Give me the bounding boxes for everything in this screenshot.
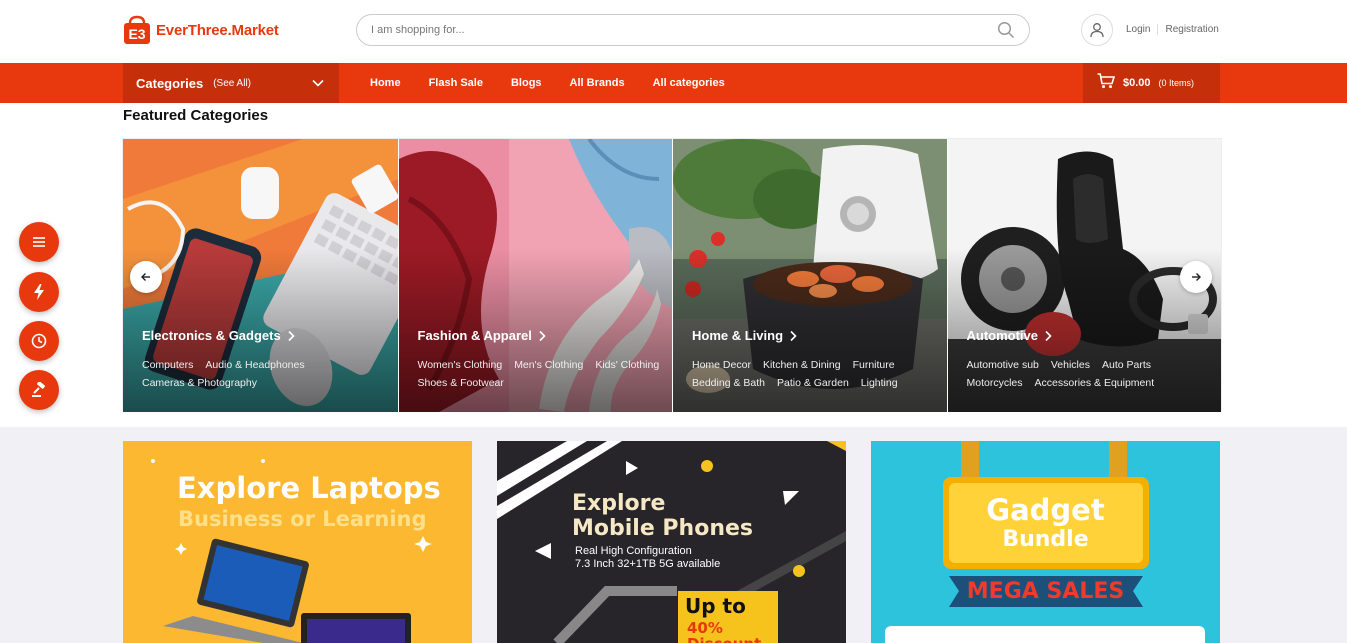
flash-sale-fab[interactable]	[19, 272, 59, 312]
category-card-home[interactable]: Home & Living Home Decor Kitchen & Dinin…	[672, 139, 947, 412]
section-title-featured: Featured Categories	[123, 107, 269, 124]
subcategory-link[interactable]: Audio & Headphones	[205, 356, 304, 374]
subcategory-link[interactable]: Cameras & Photography	[142, 374, 257, 392]
category-card-fashion[interactable]: Fashion & Apparel Women's Clothing Men's…	[397, 139, 672, 412]
category-title[interactable]: Automotive	[967, 328, 1053, 343]
subcategory-link[interactable]: Women's Clothing	[418, 356, 503, 374]
registration-link[interactable]: Registration	[1165, 24, 1218, 35]
subcategory-list: Computers Audio & Headphones Cameras & P…	[142, 356, 390, 392]
nav-all-brands[interactable]: All Brands	[570, 77, 625, 89]
banner-title-line1: Explore	[572, 491, 666, 516]
category-title[interactable]: Fashion & Apparel	[418, 328, 546, 343]
subcategory-link[interactable]: Auto Parts	[1102, 356, 1151, 374]
search-icon[interactable]	[997, 21, 1015, 39]
arrow-left-icon	[141, 273, 150, 281]
banner-title-line2: Bundle	[1002, 527, 1089, 552]
banner-offer-discount: Discount	[687, 635, 761, 643]
main-nav: Categories (See All) Home Flash Sale Blo…	[0, 63, 1347, 103]
subcategory-list: Women's Clothing Men's Clothing Kids' Cl…	[418, 356, 665, 392]
shopping-bag-logo-icon: E3	[122, 14, 152, 46]
category-title-text: Fashion & Apparel	[417, 328, 532, 343]
subcategory-link[interactable]: Patio & Garden	[777, 374, 849, 392]
nav-all-categories[interactable]: All categories	[653, 77, 725, 89]
banner-subtitle: Business or Learning	[178, 507, 427, 531]
history-fab[interactable]	[19, 321, 59, 361]
subcategory-link[interactable]: Computers	[142, 356, 193, 374]
subcategory-list: Automotive sub Vehicles Auto Parts Motor…	[967, 356, 1214, 392]
banner-spec-1: Real High Configuration	[575, 545, 692, 557]
category-card-electronics[interactable]: Electronics & Gadgets Computers Audio & …	[123, 139, 398, 412]
subcategory-link[interactable]: Home Decor	[692, 356, 751, 374]
see-all-label: (See All)	[213, 77, 251, 89]
search-bar	[356, 14, 1030, 46]
nav-links: Home Flash Sale Blogs All Brands All cat…	[370, 63, 725, 103]
nav-blogs[interactable]: Blogs	[511, 77, 542, 89]
subcategory-list: Home Decor Kitchen & Dining Furniture Be…	[692, 356, 939, 392]
subcategory-link[interactable]: Bedding & Bath	[692, 374, 765, 392]
subcategory-link[interactable]: Motorcycles	[967, 374, 1023, 392]
menu-fab[interactable]	[19, 222, 59, 262]
auth-links: Login Registration	[1126, 24, 1219, 35]
menu-icon	[33, 237, 45, 247]
subcategory-link[interactable]: Accessories & Equipment	[1035, 374, 1155, 392]
categories-dropdown[interactable]: Categories (See All)	[123, 63, 339, 103]
banner-sale-label: MEGA SALES	[966, 579, 1125, 604]
divider	[1157, 24, 1159, 35]
auction-fab[interactable]	[19, 370, 59, 410]
subcategory-link[interactable]: Lighting	[861, 374, 898, 392]
category-title-text: Home & Living	[692, 328, 784, 343]
banner-laptops[interactable]: Explore Laptops Business or Learning	[123, 441, 472, 643]
banner-spec-2: 7.3 Inch 32+1TB 5G available	[575, 558, 721, 570]
chevron-down-icon	[311, 76, 325, 95]
subcategory-link[interactable]: Men's Clothing	[514, 356, 583, 374]
subcategory-link[interactable]: Vehicles	[1051, 356, 1090, 374]
subcategory-link[interactable]: Kitchen & Dining	[763, 356, 841, 374]
categories-label: Categories	[136, 75, 204, 91]
banner-mobile-phones[interactable]: Explore Mobile Phones Real High Configur…	[497, 441, 846, 643]
category-title[interactable]: Home & Living	[692, 328, 797, 343]
banner-gadget-bundle[interactable]: Gadget Bundle MEGA SALES	[871, 441, 1220, 643]
chevron-right-icon	[1045, 330, 1052, 341]
subcategory-link[interactable]: Shoes & Footwear	[418, 374, 504, 392]
lightning-icon	[34, 284, 44, 300]
cart-button[interactable]: $0.00 (0 Items)	[1083, 63, 1220, 103]
gavel-icon	[32, 382, 45, 397]
subcategory-link[interactable]: Kids' Clothing	[595, 356, 659, 374]
nav-flash-sale[interactable]: Flash Sale	[429, 77, 483, 89]
nav-home[interactable]: Home	[370, 77, 401, 89]
cart-count: (0 Items)	[1158, 78, 1195, 88]
search-input[interactable]	[371, 24, 997, 36]
category-title-text: Electronics & Gadgets	[142, 328, 281, 343]
banner-title-line2: Mobile Phones	[572, 516, 753, 541]
svg-text:E3: E3	[128, 26, 145, 42]
subcategory-link[interactable]: Automotive sub	[967, 356, 1039, 374]
featured-carousel: Electronics & Gadgets Computers Audio & …	[122, 138, 1222, 412]
carousel-next-button[interactable]	[1180, 261, 1212, 293]
banner-title-line1: Gadget	[986, 493, 1105, 527]
login-link[interactable]: Login	[1126, 24, 1150, 35]
phones-banner-art	[497, 441, 846, 643]
clock-icon	[31, 333, 47, 349]
category-title[interactable]: Electronics & Gadgets	[142, 328, 295, 343]
category-title-text: Automotive	[966, 328, 1039, 343]
chevron-right-icon	[790, 330, 797, 341]
subcategory-link[interactable]: Furniture	[853, 356, 895, 374]
brand-name: EverThree.Market	[156, 21, 279, 39]
banner-title: Explore Laptops	[177, 471, 441, 505]
top-header: E3 EverThree.Market Login Registration	[0, 0, 1347, 62]
chevron-right-icon	[288, 330, 295, 341]
user-avatar-icon[interactable]	[1081, 14, 1113, 46]
chevron-right-icon	[539, 330, 546, 341]
arrow-right-icon	[1192, 273, 1201, 281]
site-logo[interactable]: E3 EverThree.Market	[122, 14, 279, 46]
cart-amount: $0.00	[1123, 77, 1151, 89]
carousel-prev-button[interactable]	[130, 261, 162, 293]
banner-offer-upto: Up to	[685, 594, 746, 618]
cart-icon	[1097, 72, 1116, 94]
